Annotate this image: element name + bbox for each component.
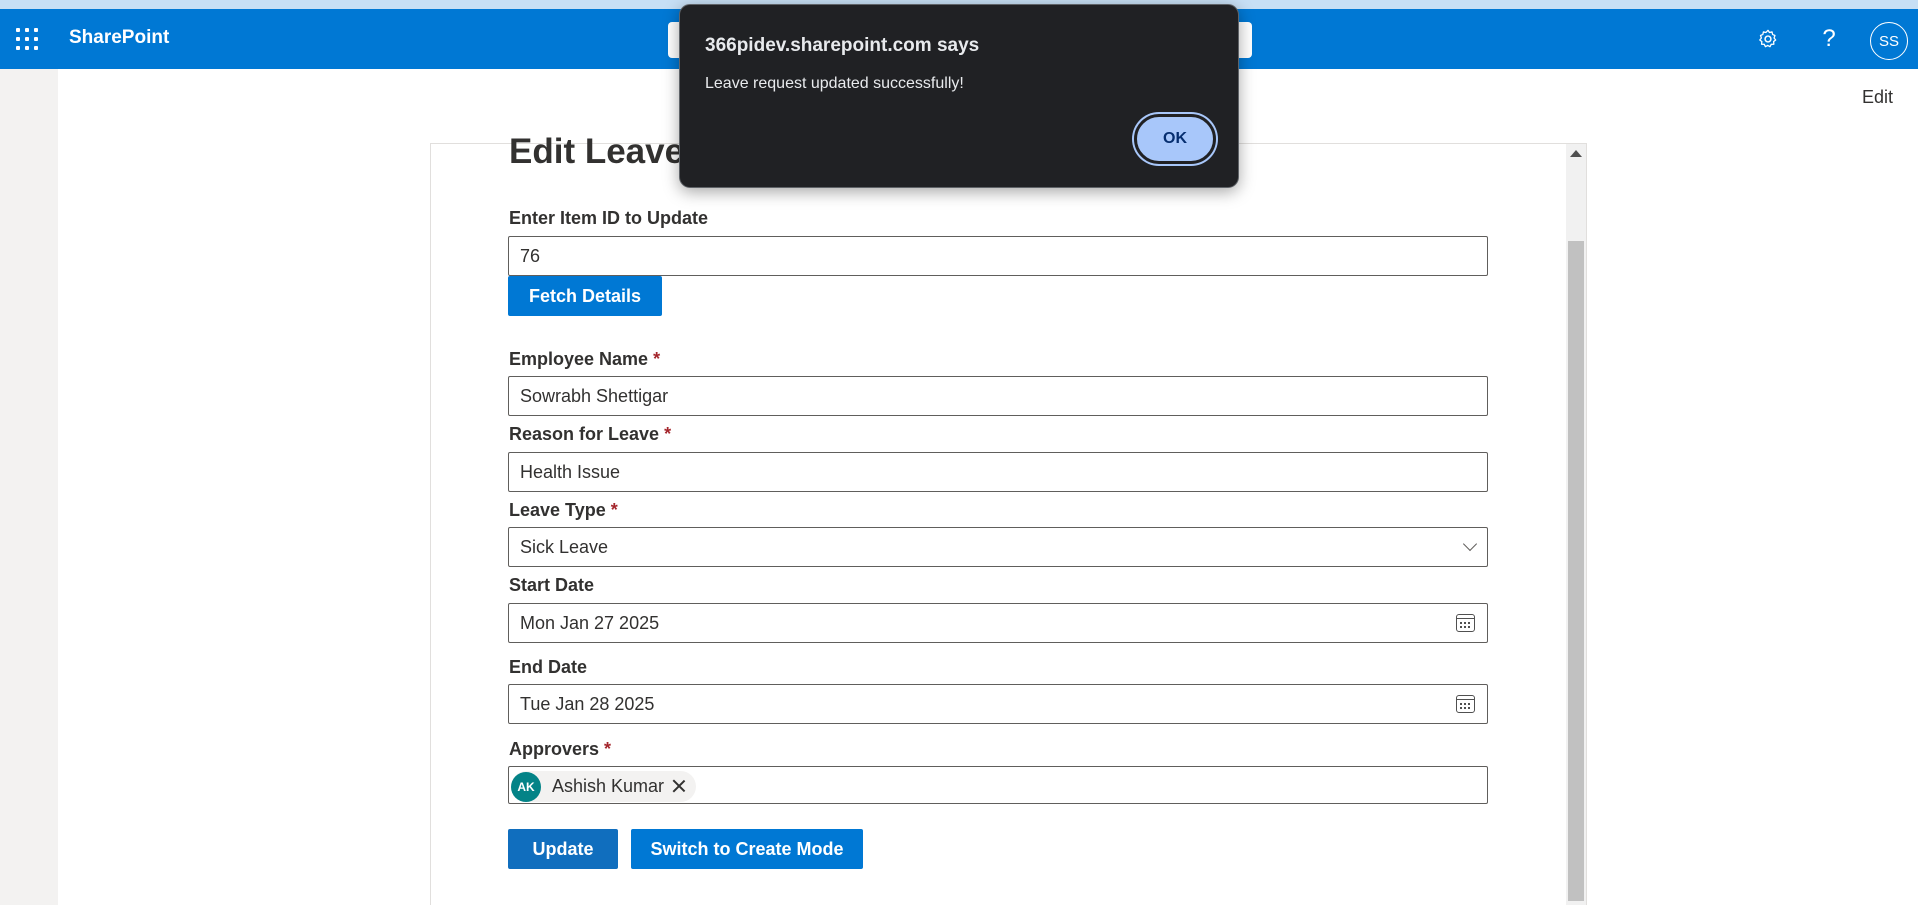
leave-type-value: Sick Leave (520, 536, 609, 557)
item-id-input[interactable]: 76 (508, 236, 1488, 276)
leave-type-dropdown[interactable]: Sick Leave (508, 527, 1488, 567)
employee-name-input[interactable]: Sowrabh Shettigar (508, 376, 1488, 416)
left-rail (0, 69, 58, 905)
help-icon[interactable]: ? (1813, 23, 1845, 55)
end-date-picker[interactable]: Tue Jan 28 2025 (508, 684, 1488, 724)
employee-name-value: Sowrabh Shettigar (520, 385, 669, 406)
brand-name[interactable]: SharePoint (69, 27, 169, 49)
update-button[interactable]: Update (508, 829, 618, 869)
scrollbar-thumb[interactable] (1568, 241, 1584, 901)
calendar-icon[interactable] (1456, 695, 1475, 713)
reason-label: Reason for Leave * (509, 424, 672, 444)
remove-approver-close-icon[interactable] (672, 779, 686, 793)
employee-name-label: Employee Name * (509, 349, 661, 369)
start-date-value: Mon Jan 27 2025 (520, 612, 660, 633)
reason-value: Health Issue (520, 461, 621, 482)
item-id-value: 76 (520, 245, 541, 266)
reason-input[interactable]: Health Issue (508, 452, 1488, 492)
avatar: AK (511, 771, 541, 802)
item-id-label: Enter Item ID to Update (509, 208, 709, 228)
app-launcher-icon[interactable] (16, 28, 38, 50)
ok-button[interactable]: OK (1134, 114, 1216, 164)
fetch-details-button[interactable]: Fetch Details (508, 276, 662, 316)
leave-type-label: Leave Type * (509, 500, 618, 520)
edit-page-link[interactable]: Edit (1862, 87, 1893, 108)
switch-to-create-mode-button[interactable]: Switch to Create Mode (631, 829, 863, 869)
alert-dialog: 366pidev.sharepoint.com says Leave reque… (679, 4, 1239, 188)
end-date-label: End Date (509, 657, 588, 677)
dialog-message: Leave request updated successfully! (705, 75, 964, 92)
user-avatar[interactable]: SS (1870, 22, 1908, 60)
start-date-label: Start Date (509, 575, 595, 595)
approvers-label: Approvers * (509, 739, 612, 759)
gear-icon[interactable] (1752, 23, 1784, 55)
chevron-down-icon (1462, 536, 1478, 552)
approver-name: Ashish Kumar (552, 776, 665, 796)
dialog-title: 366pidev.sharepoint.com says (705, 35, 980, 56)
form-title: Edit Leave (509, 132, 685, 171)
start-date-picker[interactable]: Mon Jan 27 2025 (508, 603, 1488, 643)
approver-persona: AK Ashish Kumar (511, 771, 696, 802)
calendar-icon[interactable] (1456, 614, 1475, 632)
end-date-value: Tue Jan 28 2025 (520, 693, 655, 714)
scroll-up-arrow-icon[interactable] (1570, 150, 1582, 157)
